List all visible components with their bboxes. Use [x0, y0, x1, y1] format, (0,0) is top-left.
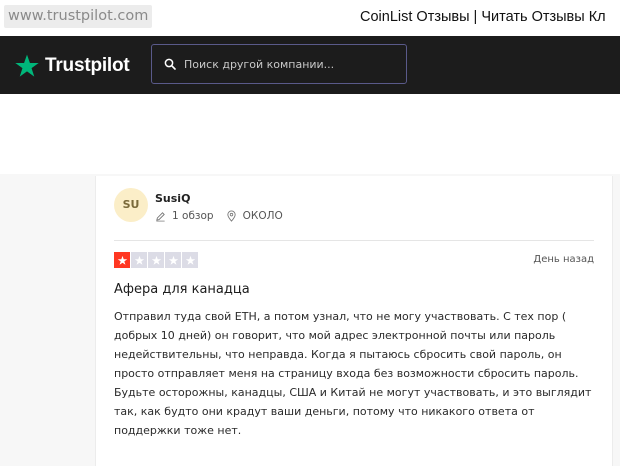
url-display[interactable]: www.trustpilot.com: [4, 5, 153, 28]
rating-star-icon: [131, 252, 147, 268]
review-date: День назад: [533, 254, 594, 265]
rating-star-icon: [114, 252, 130, 268]
content-band: [0, 94, 620, 174]
rating-star-icon: [148, 252, 164, 268]
review-body: Отправил туда свой ETH, а потом узнал, ч…: [114, 310, 592, 437]
reviewer-location: ОКОЛО: [242, 210, 283, 222]
star-rating: [114, 252, 199, 268]
site-header: Trustpilot Поиск другой компании...: [0, 36, 620, 94]
browser-bar: www.trustpilot.com CoinList Отзывы | Чит…: [0, 0, 620, 36]
search-input[interactable]: Поиск другой компании...: [151, 44, 407, 84]
reviewer-name[interactable]: SusiQ: [155, 192, 190, 205]
page-title: CoinList Отзывы | Читать Отзывы Кл: [360, 9, 606, 25]
divider: [114, 240, 594, 241]
review-card: SU SusiQ 1 обзор ОКОЛО День назад Афера …: [95, 176, 613, 466]
rating-star-icon: [165, 252, 181, 268]
reviews-count: 1 обзор: [172, 210, 214, 222]
location-pin-icon: [226, 210, 236, 222]
logo-text: Trustpilot: [45, 55, 130, 76]
search-icon: [164, 58, 176, 70]
star-logo-icon: [15, 54, 39, 77]
search-placeholder: Поиск другой компании...: [184, 57, 335, 71]
trustpilot-logo[interactable]: Trustpilot: [14, 52, 130, 80]
review-title[interactable]: Афера для канадца: [114, 282, 250, 297]
avatar[interactable]: SU: [114, 188, 148, 222]
pencil-icon: [156, 211, 165, 221]
rating-star-icon: [182, 252, 198, 268]
reviewer-meta: 1 обзор ОКОЛО: [155, 210, 283, 222]
